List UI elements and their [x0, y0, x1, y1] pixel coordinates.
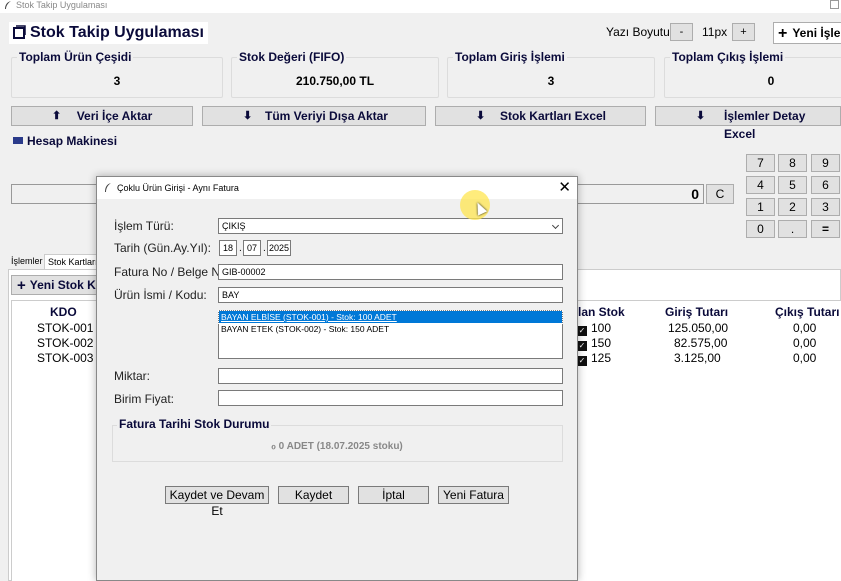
stock-status-value: ℴ 0 ADET (18.07.2025 stoku): [271, 441, 403, 452]
key-9[interactable]: 9: [811, 154, 840, 172]
export-all-button[interactable]: ⬇ Tüm Veriyi Dışa Aktar: [202, 106, 426, 126]
new-invoice-button[interactable]: Yeni Fatura: [438, 486, 509, 504]
key-3[interactable]: 3: [811, 198, 840, 216]
transactions-excel-button[interactable]: ⬇ İşlemler Detay Excel: [655, 106, 841, 141]
stat-total-in: Toplam Giriş İşlemi 3: [447, 46, 655, 98]
year-field[interactable]: 2025: [267, 240, 291, 256]
import-button[interactable]: ⬆ Veri İçe Aktar: [11, 106, 193, 126]
list-item[interactable]: BAYAN ELBİSE (STOK-001) - Stok: 100 ADET: [218, 310, 563, 324]
cell-stock: ✓ 125: [577, 351, 612, 366]
calculator-title: Hesap Makinesi: [13, 134, 117, 148]
feather-icon: [105, 183, 111, 192]
stat-product-types: Toplam Ürün Çeşidi 3: [11, 46, 223, 98]
stat-stock-value: Stok Değeri (FIFO) 210.750,00 TL: [231, 46, 439, 98]
dialog-title: Çoklu Ürün Girişi - Aynı Fatura: [117, 183, 239, 193]
column-header-out-amount[interactable]: Çıkış Tutarı: [775, 305, 839, 319]
list-item[interactable]: BAYAN ETEK (STOK-002) - Stok: 150 ADET: [219, 323, 562, 335]
cell-code: STOK-002: [37, 336, 94, 350]
cell-code: STOK-003: [37, 351, 94, 365]
window-title: Stok Takip Uygulaması: [16, 0, 108, 10]
arrow-down-icon: ⬇: [243, 110, 253, 122]
unit-price-label: Birim Fiyat:: [114, 392, 174, 406]
key-7[interactable]: 7: [746, 154, 775, 172]
cell-in-amount: 125.050,00: [668, 321, 729, 335]
app-title: Stok Takip Uygulaması: [9, 22, 208, 44]
stat-total-out: Toplam Çıkış İşlemi 0: [664, 46, 841, 98]
cell-stock: ✓ 150: [577, 336, 612, 351]
arrow-up-icon: ⬆: [52, 110, 62, 122]
key-equals[interactable]: =: [811, 220, 840, 238]
close-icon[interactable]: ✕: [558, 179, 571, 197]
dialog-titlebar: Çoklu Ürün Girişi - Aynı Fatura ✕: [97, 177, 577, 199]
cell-stock: ✓ 100: [577, 321, 612, 336]
cell-out-amount: 0,00: [793, 321, 817, 335]
key-6[interactable]: 6: [811, 176, 840, 194]
save-button[interactable]: Kaydet: [278, 486, 349, 504]
product-label: Ürün İsmi / Kodu:: [114, 288, 207, 302]
plus-icon: +: [17, 277, 26, 294]
stock-cards-excel-button[interactable]: ⬇ Stok Kartları Excel: [435, 106, 646, 126]
column-header-code[interactable]: KDO: [50, 305, 77, 319]
tab-stock-cards[interactable]: Stok Kartları: [44, 254, 102, 269]
plus-icon: +: [778, 25, 788, 42]
month-field[interactable]: 07: [243, 240, 261, 256]
product-listbox[interactable]: BAYAN ELBİSE (STOK-001) - Stok: 100 ADET…: [218, 310, 563, 359]
cancel-button[interactable]: İptal: [358, 486, 429, 504]
font-decrease-button[interactable]: -: [670, 23, 693, 41]
arrow-down-icon: ⬇: [696, 110, 706, 122]
unit-price-field[interactable]: [218, 390, 563, 406]
calculator-clear-button[interactable]: C: [706, 184, 734, 204]
feather-icon: [5, 1, 11, 9]
key-8[interactable]: 8: [778, 154, 807, 172]
transaction-type-select[interactable]: ÇIKIŞ: [218, 218, 563, 234]
date-label: Tarih (Gün.Ay.Yıl):: [114, 241, 211, 255]
save-continue-button[interactable]: Kaydet ve Devam Et: [165, 486, 269, 518]
check-icon: ✓: [577, 356, 587, 366]
tab-transactions[interactable]: İşlemler: [8, 254, 46, 269]
check-icon: ✓: [577, 341, 587, 351]
font-size-value: 11px: [702, 25, 728, 39]
calculator-icon: [13, 137, 23, 144]
day-field[interactable]: 18: [219, 240, 237, 256]
column-header-in-amount[interactable]: Giriş Tutarı: [665, 305, 728, 319]
key-0[interactable]: 0: [746, 220, 775, 238]
key-1[interactable]: 1: [746, 198, 775, 216]
key-4[interactable]: 4: [746, 176, 775, 194]
product-search-field[interactable]: BAY: [218, 287, 563, 303]
key-decimal[interactable]: .: [778, 220, 807, 238]
maximize-button[interactable]: [830, 0, 839, 9]
key-2[interactable]: 2: [778, 198, 807, 216]
column-header-stock[interactable]: lan Stok: [578, 305, 625, 319]
multi-product-entry-dialog: Çoklu Ürün Girişi - Aynı Fatura ✕ İşlem …: [96, 176, 578, 581]
new-stock-card-button[interactable]: +Yeni Stok Kartı: [11, 275, 101, 295]
cell-in-amount: 82.575,00: [674, 336, 728, 350]
invoice-label: Fatura No / Belge No:: [114, 265, 231, 279]
box-icon: [13, 25, 26, 39]
cell-in-amount: 3.125,00: [674, 351, 721, 365]
font-size-label: Yazı Boyutu:: [606, 25, 674, 39]
cell-code: STOK-001: [37, 321, 94, 335]
cell-out-amount: 0,00: [793, 351, 817, 365]
transaction-type-label: İşlem Türü:: [114, 219, 174, 233]
quantity-field[interactable]: [218, 368, 563, 384]
new-transaction-button[interactable]: +Yeni İşlem: [773, 22, 841, 44]
check-icon: ✓: [577, 326, 587, 336]
stock-status-label: Fatura Tarihi Stok Durumu: [117, 417, 272, 431]
key-5[interactable]: 5: [778, 176, 807, 194]
quantity-label: Miktar:: [114, 369, 150, 383]
window-titlebar: Stok Takip Uygulaması: [0, 0, 841, 13]
cell-out-amount: 0,00: [793, 336, 817, 350]
arrow-down-icon: ⬇: [476, 110, 486, 122]
font-increase-button[interactable]: +: [732, 23, 755, 41]
invoice-field[interactable]: GIB-00002: [218, 264, 563, 280]
